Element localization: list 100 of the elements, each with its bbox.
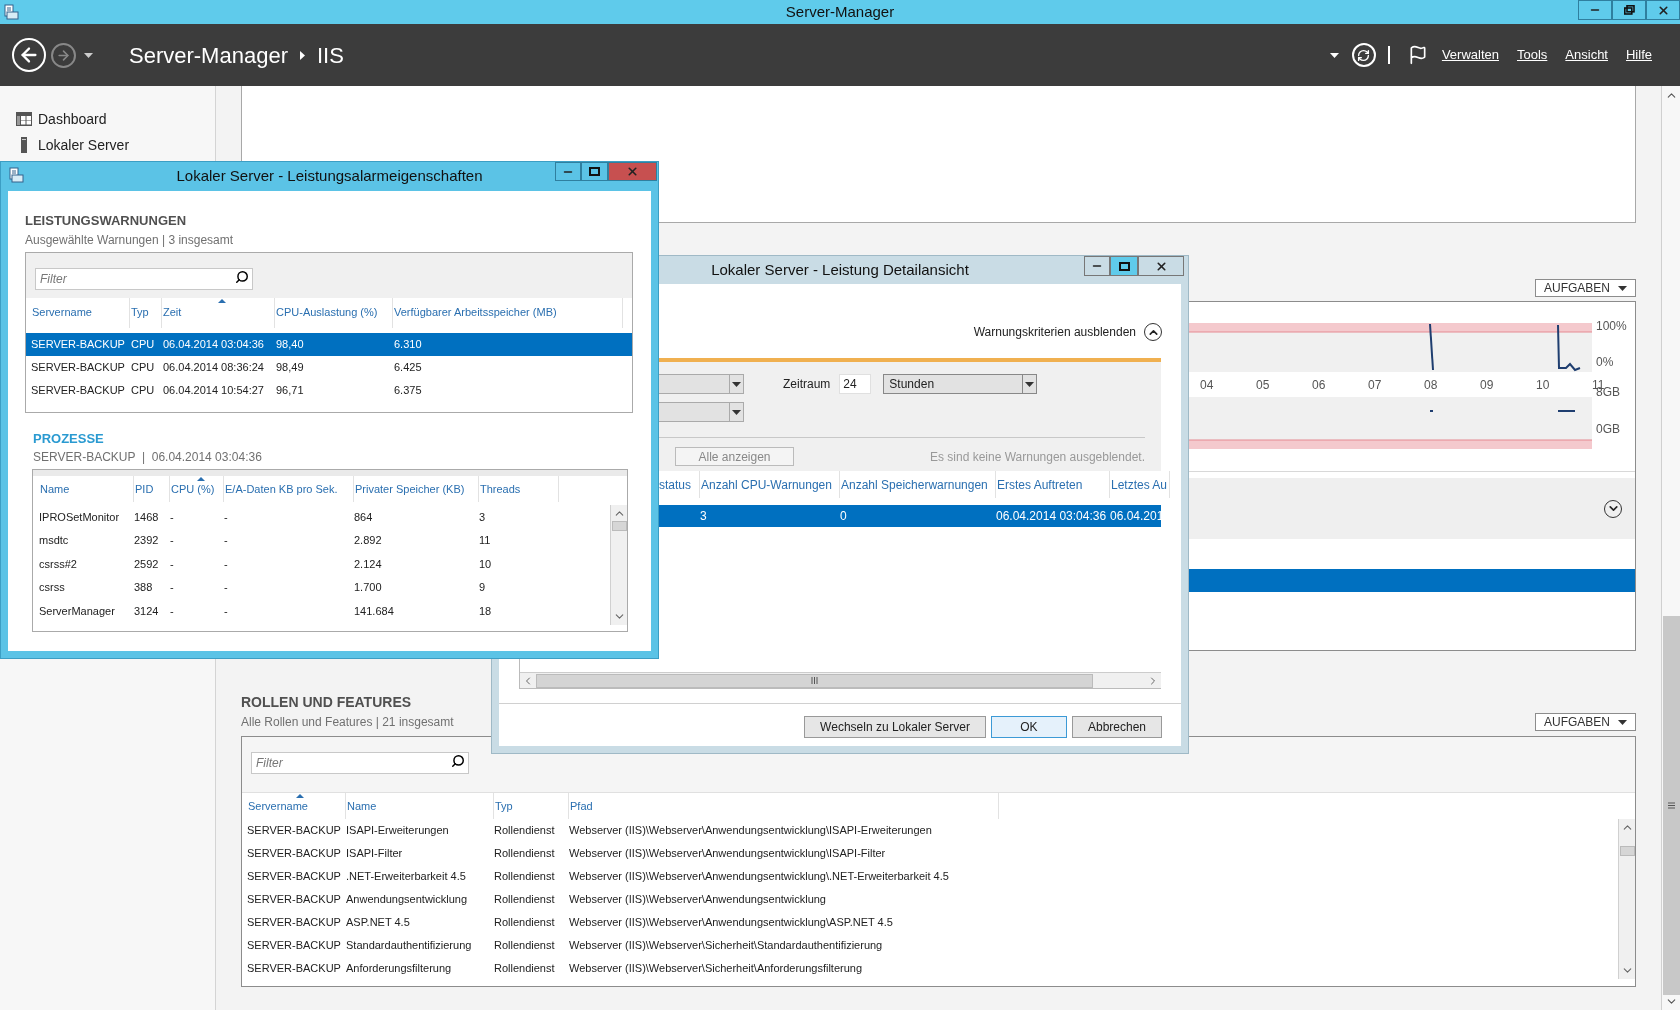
close-button[interactable] [1646,0,1680,20]
table-cell-text: SERVER-BACKUP [31,359,126,375]
close-icon [1154,259,1168,273]
unit-dropdown[interactable]: Stunden [883,374,1038,394]
table-row[interactable]: SERVER-BACKUP CPU 06.04.2014 10:54:27 96,71 6.375 [26,378,632,402]
tasks-button[interactable]: AUFGABEN [1535,279,1636,297]
close-icon [1656,3,1670,17]
table-cell-text: SERVER-BACKUP [247,938,342,954]
table-cell-text: 141.684 [354,603,395,619]
period-field[interactable]: 24 [839,374,872,394]
toggle-label[interactable]: Warnungskriterien ausblenden [973,323,1136,341]
minimize-button[interactable] [1578,0,1612,20]
table-cell-text: 6.310 [394,336,423,352]
column-header[interactable]: Verfügbarer Arbeitsspeicher (MB) [393,297,623,328]
column-header[interactable]: Servername [31,297,130,328]
axis-label: 100% [1596,320,1628,333]
table-row[interactable]: SERVER-BACKUP CPU 06.04.2014 03:04:36 98,40 6.310 [26,332,632,356]
maximize-icon [1118,261,1130,271]
column-header[interactable]: Anzahl Speicherwarnungen [840,471,996,498]
table-cell-text: 06.04.2014 08:36:24 [163,359,265,375]
app-icon [8,167,24,183]
menu-item[interactable]: Ansicht [1565,45,1608,65]
table-cell-text: ASP.NET 4.5 [346,915,411,931]
caret-icon [1618,719,1627,725]
close-button[interactable] [1138,256,1184,276]
table-cell-text: CPU [131,359,156,375]
column-header[interactable]: PID [134,476,170,502]
filter-field[interactable]: Filter [35,267,253,290]
column-header[interactable]: Typ [494,793,569,819]
back-button[interactable] [12,38,46,72]
column-header[interactable]: Letztes Au [1110,471,1170,498]
column-header[interactable]: Name [39,476,134,502]
dialog-button[interactable]: Wechseln zu Lokaler Server [804,716,986,738]
table-cell-text: 3124 [134,603,160,619]
scroll-thumb[interactable] [611,521,627,531]
scroll-thumb[interactable] [1662,616,1680,995]
column-header[interactable]: Anzahl CPU-Warnungen [700,471,840,498]
axis-label: 06 [1312,376,1327,394]
refresh-button[interactable] [1351,43,1376,67]
breadcrumb-item[interactable]: IIS [316,38,344,72]
scroll-thumb[interactable] [536,673,1093,688]
table-cell-text: SERVER-BACKUP [31,382,126,398]
table-cell-text: Webserver (IIS)\Webserver\Sicherheit\Standardauthentifizierung [569,938,884,954]
show-all-button[interactable]: Alle anzeigen [675,447,794,466]
table-cell-text: - [224,603,229,619]
table-cell-text: 98,49 [276,359,305,375]
axis-label: 09 [1480,376,1495,394]
sidebar-item[interactable]: Lokaler Server [0,132,215,158]
search-icon [451,754,465,768]
table-cell-text: Rollendienst [494,892,556,908]
column-header[interactable]: Typ [130,297,162,328]
menu-item[interactable]: Hilfe [1626,45,1652,65]
table-cell-text: ISAPI-Filter [346,846,404,862]
column-header[interactable]: Zeit [162,297,275,328]
column-header[interactable]: E/A-Daten KB pro Sek. [224,476,354,502]
sort-arrow-icon [196,477,205,481]
axis-label: 10 [1536,376,1551,394]
column-header[interactable]: Privater Speicher (KB) [354,476,479,502]
table-cell-text: 1468 [134,509,160,525]
scroll-thumb[interactable] [1619,846,1635,856]
minimize-button[interactable] [555,162,581,181]
table-cell-text: 2.124 [354,556,383,572]
tasks-button[interactable]: AUFGABEN [1535,713,1636,731]
maximize-button[interactable] [1110,256,1138,276]
dialog-title: Lokaler Server - Leistungsalarmeigenschaften [176,166,483,187]
menu-item[interactable]: Verwalten [1441,45,1499,65]
dialog-button[interactable]: Abbrechen [1071,716,1162,738]
section-subtitle: Ausgewählte Warnungen | 3 insgesamt [25,231,235,249]
column-header[interactable]: CPU-Auslastung (%) [275,297,393,328]
status-note: Es sind keine Warnungen ausgeblendet. [929,448,1145,466]
axis-label: 08 [1424,376,1439,394]
table-cell-text: 06.04.2014 03:04:36 [163,336,265,352]
column-header[interactable]: Erstes Auftreten [996,471,1110,498]
restore-button[interactable] [1612,0,1646,20]
table-cell-text: SERVER-BACKUP [247,961,342,977]
column-header[interactable]: Pfad [569,793,999,819]
column-header[interactable]: CPU (%) [170,476,224,502]
table-cell-text: - [170,603,175,619]
sort-arrow-icon [296,794,304,798]
section-title: LEISTUNGSWARNUNGEN [25,212,188,230]
column-header[interactable]: Name [346,793,494,819]
minimize-button[interactable] [1084,256,1110,276]
column-header[interactable]: Servername [247,793,346,819]
column-header[interactable]: Threads [479,476,559,502]
breadcrumb-item[interactable]: Server-Manager [129,38,288,72]
table-cell-text: Webserver (IIS)\Webserver\Anwendungsentwicklung\ASP.NET 4.5 [569,915,894,931]
table-cell-text: Webserver (IIS)\Webserver\Anwendungsentwicklung [569,892,827,908]
table-cell-text: 18 [479,603,493,619]
dialog-button[interactable]: OK [990,716,1067,738]
maximize-button[interactable] [581,162,608,181]
forward-button[interactable] [51,42,76,68]
caret-icon [1329,52,1339,58]
menu-item[interactable]: Tools [1517,45,1548,65]
filter-field[interactable]: Filter [251,752,469,774]
table-row[interactable]: SERVER-BACKUP CPU 06.04.2014 08:36:24 98,49 6.425 [26,355,632,379]
table-cell-text: - [224,533,229,548]
sidebar-item[interactable]: Dashboard [0,106,215,132]
table-cell-text: 06.04.2014 10:54:27 [163,382,265,398]
table-cell-text: Anforderungsfilterung [346,961,453,977]
close-icon [626,165,639,178]
